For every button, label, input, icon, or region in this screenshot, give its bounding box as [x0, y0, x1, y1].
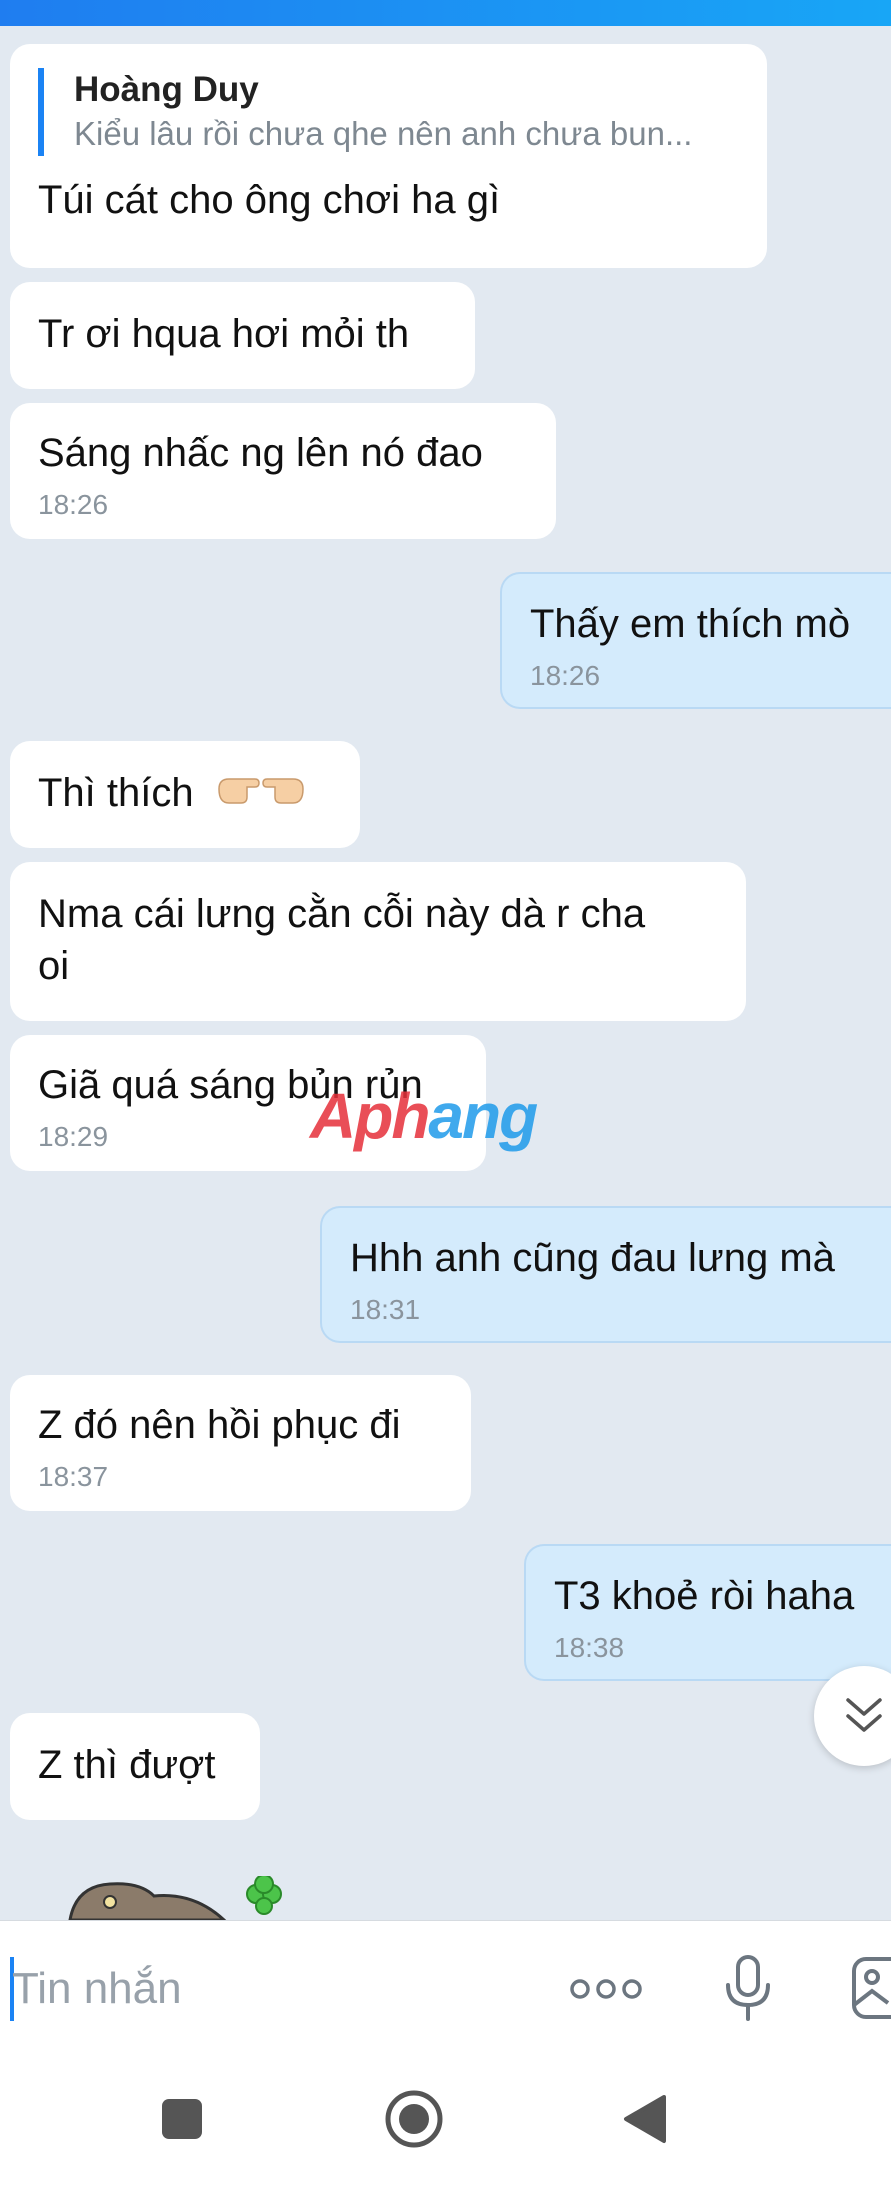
message-composer: [0, 1920, 891, 2055]
message-bubble-outgoing[interactable]: Hhh anh cũng đau lưng mà 18:31: [320, 1206, 891, 1343]
message-bubble-outgoing[interactable]: Thấy em thích mò 18:26: [500, 572, 891, 709]
message-bubble-incoming[interactable]: Tr ơi hqua hơi mỏi th: [10, 282, 475, 389]
message-text: Túi cát cho ông chơi ha gì: [38, 178, 501, 222]
sticker-image[interactable]: [60, 1874, 300, 1920]
chat-message-list[interactable]: Hoàng Duy Kiểu lâu rồi chưa qhe nên anh …: [0, 26, 891, 1920]
message-bubble-incoming[interactable]: Sáng nhấc ng lên nó đao 18:26: [10, 403, 556, 539]
square-icon[interactable]: [160, 2097, 204, 2141]
message-bubble-outgoing[interactable]: T3 khoẻ ròi haha 18:38: [524, 1544, 891, 1681]
message-text: Thì thích: [38, 771, 194, 816]
message-text: Sáng nhấc ng lên nó đao: [38, 431, 483, 475]
message-text: Tr ơi hqua hơi mỏi th: [38, 312, 410, 356]
message-time: 18:26: [38, 489, 109, 520]
image-icon[interactable]: [850, 1955, 891, 2021]
quoted-message[interactable]: Hoàng Duy Kiểu lâu rồi chưa qhe nên anh …: [38, 68, 739, 156]
watermark-logo: Aphang: [310, 1080, 538, 1152]
message-bubble-incoming[interactable]: Nma cái lưng cằn cỗi này dà r cha oi: [10, 862, 746, 1021]
message-bubble-incoming[interactable]: Hoàng Duy Kiểu lâu rồi chưa qhe nên anh …: [10, 44, 767, 268]
scroll-to-bottom-button[interactable]: [814, 1666, 891, 1766]
message-text: Z thì đượt: [38, 1743, 216, 1787]
message-text: Z đó nên hồi phục đi: [38, 1403, 401, 1447]
microphone-icon[interactable]: [722, 1953, 774, 2025]
message-bubble-incoming[interactable]: Z đó nên hồi phục đi 18:37: [10, 1375, 471, 1511]
message-text: T3 khoẻ ròi haha: [554, 1574, 855, 1618]
double-chevron-down-icon: [846, 1698, 882, 1732]
message-time: 18:38: [554, 1632, 625, 1663]
more-dots-icon[interactable]: [568, 1971, 644, 2007]
quoted-sender-name: Hoàng Duy: [74, 70, 259, 109]
message-text: Hhh anh cũng đau lưng mà: [350, 1236, 835, 1280]
circle-icon[interactable]: [384, 2089, 444, 2149]
message-bubble-incoming[interactable]: Z thì đượt: [10, 1713, 260, 1820]
system-navigation-bar: [0, 2055, 891, 2189]
status-bar: [0, 0, 891, 26]
message-bubble-incoming[interactable]: Thì thích: [10, 741, 360, 848]
triangle-back-icon[interactable]: [620, 2093, 668, 2145]
message-time: 18:37: [38, 1461, 109, 1492]
pointing-hands-emoji: [215, 767, 307, 824]
message-text: Nma cái lưng cằn cỗi này dà r cha: [38, 892, 646, 936]
message-time: 18:26: [530, 660, 601, 691]
message-text: Thấy em thích mò: [530, 602, 851, 646]
quoted-text: Kiểu lâu rồi chưa qhe nên anh chưa bun..…: [74, 115, 693, 152]
message-time: 18:31: [350, 1294, 421, 1325]
message-text-line-2: oi: [38, 944, 70, 988]
message-input[interactable]: [12, 1951, 532, 2027]
